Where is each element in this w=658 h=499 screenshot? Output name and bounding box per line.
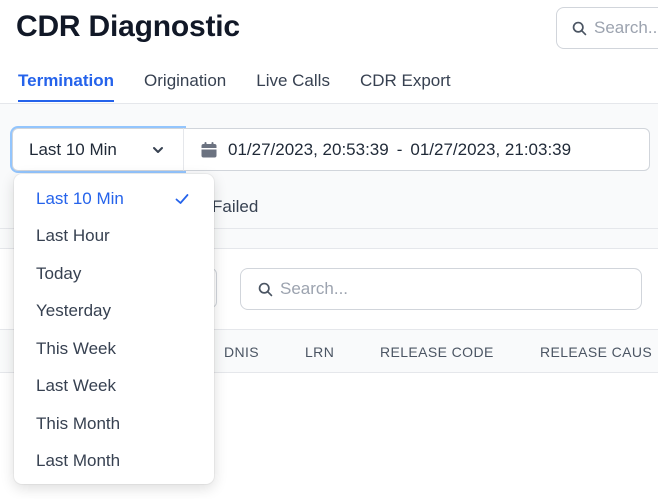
date-range-start: 01/27/2023, 20:53:39 (228, 139, 389, 159)
option-label: Today (36, 263, 82, 283)
time-range-selected-value: Last 10 Min (29, 139, 117, 159)
option-label: This Week (36, 338, 116, 358)
page: CDR Diagnostic Search... Termination Ori… (0, 0, 658, 499)
calendar-icon (201, 141, 217, 157)
dropdown-option-last-month[interactable]: Last Month (14, 443, 214, 481)
page-title: CDR Diagnostic (16, 10, 240, 43)
dropdown-option-last-hour[interactable]: Last Hour (14, 218, 214, 256)
tab-termination[interactable]: Termination (18, 71, 115, 102)
option-label: Last 10 Min (36, 188, 124, 208)
time-range-select[interactable]: Last 10 Min (12, 128, 184, 171)
tab-bar: Termination Origination Live Calls CDR E… (18, 71, 481, 102)
dropdown-option-this-week[interactable]: This Week (14, 330, 214, 368)
dropdown-option-last-week[interactable]: Last Week (14, 368, 214, 406)
column-header-lrn[interactable]: LRN (305, 344, 334, 360)
check-icon (175, 194, 189, 204)
search-icon (572, 21, 587, 35)
time-range-dropdown: Last 10 Min Last Hour Today Yesterday Th… (14, 174, 214, 484)
header: CDR Diagnostic Search... Termination Ori… (0, 0, 658, 104)
option-label: Last Hour (36, 226, 110, 246)
tab-origination[interactable]: Origination (144, 71, 226, 102)
dropdown-option-yesterday[interactable]: Yesterday (14, 293, 214, 331)
option-label: Last Week (36, 376, 117, 396)
date-range-end: 01/27/2023, 21:03:39 (410, 139, 572, 159)
global-search-input[interactable]: Search... (556, 7, 658, 49)
option-label: This Month (36, 413, 121, 433)
status-tab-failed[interactable]: Failed (212, 197, 258, 217)
chevron-down-icon (153, 147, 163, 153)
dropdown-option-last-10-min[interactable]: Last 10 Min (14, 180, 214, 218)
option-label: Yesterday (36, 301, 111, 321)
tab-cdr-export[interactable]: CDR Export (360, 71, 451, 102)
global-search-placeholder: Search... (594, 18, 658, 37)
column-header-release-cause[interactable]: RELEASE CAUS (540, 344, 652, 360)
search-icon (258, 282, 273, 296)
option-label: Last Month (36, 451, 121, 471)
column-header-release-code[interactable]: RELEASE CODE (380, 344, 494, 360)
date-range-picker[interactable]: 01/27/2023, 20:53:39 - 01/27/2023, 21:03… (183, 128, 650, 171)
date-range-separator: - (396, 139, 403, 159)
dropdown-option-today[interactable]: Today (14, 255, 214, 293)
table-search-placeholder: Search... (280, 279, 349, 298)
column-header-dnis[interactable]: DNIS (224, 344, 259, 360)
dropdown-option-this-month[interactable]: This Month (14, 405, 214, 443)
table-search-input[interactable]: Search... (240, 268, 642, 310)
tab-live-calls[interactable]: Live Calls (256, 71, 330, 102)
